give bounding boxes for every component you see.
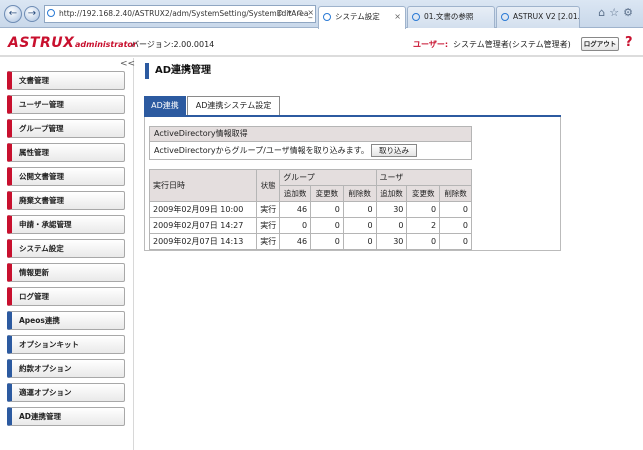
ad-info-body: ActiveDirectoryからグループ/ユーザ情報を取り込みます。 取り込み [150,142,471,160]
sidebar-item-attribute-management[interactable]: 属性管理 [7,143,125,162]
back-button[interactable]: ← [4,5,22,23]
table-row: 2009年02月07日 14:27 実行 0 0 0 0 2 0 [148,217,472,234]
table-row: 2009年02月09日 10:00 実行 46 0 0 30 0 0 [148,201,472,218]
cell-group-change: 0 [310,233,344,250]
cell-group-delete: 0 [342,201,377,218]
version-label: バージョン:2.00.0014 [131,40,215,49]
sidebar-item-info-update[interactable]: 情報更新 [7,263,125,282]
page-title: AD連携管理 [145,63,211,79]
col-user-delete: 削除数 [439,185,472,202]
cell-user-delete: 0 [439,201,472,218]
table-row: 2009年02月07日 14:13 実行 46 0 0 30 0 0 [148,233,472,250]
sidebar-item-approval-management[interactable]: 申請・承認管理 [7,215,125,234]
logout-button[interactable]: ログアウト [581,37,619,51]
logo-subtitle: administrator [75,40,137,49]
astrux-logo: ASTRUX [8,35,75,51]
cell-user-delete: 0 [439,233,472,250]
cell-group-change: 0 [310,201,344,218]
ad-info-header: ActiveDirectory情報取得 [150,127,471,142]
cell-group-change: 0 [310,217,344,234]
cell-status: 実行 [256,217,281,234]
cell-status: 実行 [256,233,281,250]
tab-ad-link[interactable]: AD連携 [144,96,186,116]
help-icon[interactable]: ? [625,35,633,50]
ie-page-icon [47,9,55,17]
cell-group-add: 46 [279,201,312,218]
cell-group-add: 46 [279,233,312,250]
address-tools[interactable]: ρ ▾ ⊂ × [278,5,315,23]
sidebar-item-system-settings[interactable]: システム設定 [7,239,125,258]
sidebar-item-apeos[interactable]: Apeos連携 [7,311,125,330]
sidebar-item-public-documents[interactable]: 公開文書管理 [7,167,125,186]
col-group-delete: 削除数 [342,185,377,202]
sync-history-table: 実行日時 状態 グループ ユーザ 追加数 変更数 削除数 追加数 変更数 削除数… [148,169,473,250]
sidebar-item-user-management[interactable]: ユーザー管理 [7,95,125,114]
browser-tab-label: 01.文書の参照 [424,12,474,21]
home-icon[interactable]: ⌂ [598,6,609,19]
ie-tab-icon [412,13,420,21]
ad-info-text: ActiveDirectoryからグループ/ユーザ情報を取り込みます。 [154,146,369,155]
app-header: ASTRUX administrator バージョン:2.00.0014 ユーザ… [0,29,643,57]
user-name: システム管理者(システム管理者) [453,40,571,49]
user-label: ユーザー: [413,40,449,49]
settings-gear-icon[interactable]: ⚙ [623,6,637,19]
address-bar[interactable]: http://192.168.2.40/ASTRUX2/adm/SystemSe… [44,5,316,23]
col-user: ユーザ [375,169,473,186]
cell-user-change: 2 [406,217,441,234]
sidebar-item-ad-management[interactable]: AD連携管理 [7,407,125,426]
cell-datetime: 2009年02月07日 14:13 [148,233,258,250]
sidebar-item-group-management[interactable]: グループ管理 [7,119,125,138]
ie-tab-icon [323,13,331,21]
cell-user-add: 0 [375,217,408,234]
tab-ad-system-settings[interactable]: AD連携システム設定 [187,96,280,115]
col-status: 状態 [256,169,281,202]
cell-user-add: 30 [375,201,408,218]
import-button[interactable]: 取り込み [371,144,417,157]
ad-info-box: ActiveDirectory情報取得 ActiveDirectoryからグルー… [149,126,472,160]
sidebar-item-operation-option[interactable]: 適運オプション [7,383,125,402]
sidebar-item-document-management[interactable]: 文書管理 [7,71,125,90]
browser-chrome: ← → http://192.168.2.40/ASTRUX2/adm/Syst… [0,0,643,29]
cell-user-change: 0 [406,201,441,218]
sidebar-item-contract-option[interactable]: 約款オプション [7,359,125,378]
sidebar-item-option-kit[interactable]: オプションキット [7,335,125,354]
browser-toolbar-icons: ⌂☆⚙ [598,6,637,19]
browser-tab-label: システム設定 [335,12,380,21]
close-tab-icon[interactable]: × [394,7,401,27]
cell-user-change: 0 [406,233,441,250]
cell-group-add: 0 [279,217,312,234]
cell-status: 実行 [256,201,281,218]
browser-tab-label: ASTRUX V2 [2.01.0... [513,12,580,21]
ie-tab-icon [501,13,509,21]
col-group: グループ [279,169,377,186]
col-group-change: 変更数 [310,185,344,202]
sidebar-item-discarded-documents[interactable]: 廃棄文書管理 [7,191,125,210]
browser-tab-astrux[interactable]: ASTRUX V2 [2.01.0... [496,6,580,28]
col-user-add: 追加数 [375,185,408,202]
cell-user-delete: 0 [439,217,472,234]
cell-user-add: 30 [375,233,408,250]
cell-datetime: 2009年02月07日 14:27 [148,217,258,234]
cell-group-delete: 0 [342,217,377,234]
browser-tab-document[interactable]: 01.文書の参照 [407,6,495,28]
col-group-add: 追加数 [279,185,312,202]
cell-datetime: 2009年02月09日 10:00 [148,201,258,218]
col-user-change: 変更数 [406,185,441,202]
cell-group-delete: 0 [342,233,377,250]
collapse-sidebar-icon[interactable]: << [120,59,135,69]
browser-tab-system-settings[interactable]: システム設定 × [318,6,406,29]
sidebar-item-log-management[interactable]: ログ管理 [7,287,125,306]
favorites-star-icon[interactable]: ☆ [609,6,623,19]
col-datetime: 実行日時 [148,169,258,202]
forward-button[interactable]: → [24,6,40,22]
